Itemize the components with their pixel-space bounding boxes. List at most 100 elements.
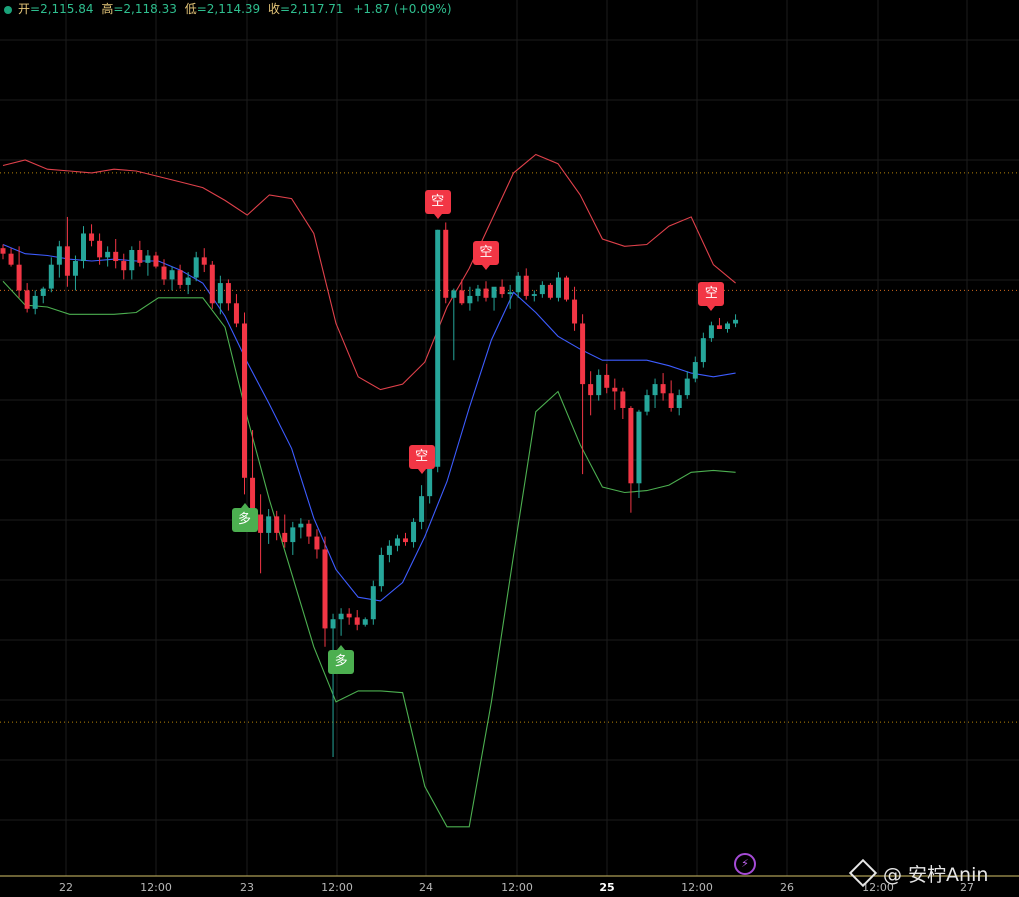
candle-body xyxy=(451,290,457,298)
low-label: 低 xyxy=(184,2,197,16)
candle-body xyxy=(539,284,545,295)
candle-body xyxy=(708,325,714,339)
candle-body xyxy=(386,545,392,555)
candle-body xyxy=(531,294,537,296)
candle-body xyxy=(185,277,191,285)
candle-body xyxy=(716,325,722,329)
candle-body xyxy=(443,229,449,298)
candle-body xyxy=(475,288,481,296)
candle-body xyxy=(290,527,296,543)
candle-body xyxy=(620,391,626,408)
x-tick-label: 12:00 xyxy=(321,881,353,894)
bollinger-upper-band xyxy=(2,153,736,391)
symbol-status-icon xyxy=(4,5,12,14)
candle-body xyxy=(169,270,175,280)
candle-body xyxy=(209,264,215,304)
candle-body xyxy=(137,250,143,263)
candle-body xyxy=(499,286,505,295)
candle-body xyxy=(644,395,650,412)
candle-body xyxy=(547,284,553,298)
lightning-icon[interactable]: ⚡ xyxy=(734,853,756,875)
open-value: =2,115.84 xyxy=(30,2,94,16)
long-signal-marker[interactable]: 多 xyxy=(328,644,355,674)
candle-body xyxy=(153,255,159,267)
candle-body xyxy=(32,295,38,309)
candle-body xyxy=(161,266,167,280)
candle-body xyxy=(24,290,30,309)
candle-body xyxy=(266,516,272,533)
candle-body xyxy=(330,619,336,629)
candle-body xyxy=(346,613,352,618)
candle-body xyxy=(89,233,95,241)
candle-body xyxy=(274,516,280,533)
candle-body xyxy=(435,229,441,467)
candle-body xyxy=(338,613,344,620)
candle-body xyxy=(48,264,54,289)
short-signal-marker[interactable]: 空 xyxy=(698,281,725,311)
change-value: +1.87 (+0.09%) xyxy=(353,2,452,16)
candle-body xyxy=(72,261,78,276)
x-tick-label: 23 xyxy=(240,881,254,894)
candle-body xyxy=(322,549,328,629)
candle-body xyxy=(692,362,698,379)
candlestick-chart[interactable] xyxy=(0,0,1019,897)
candle-body xyxy=(306,523,312,537)
x-tick-label: 26 xyxy=(780,881,794,894)
candle-body xyxy=(636,411,642,484)
x-tick-label: 12:00 xyxy=(140,881,172,894)
candle-body xyxy=(121,261,127,271)
candle-body xyxy=(193,257,199,278)
candle-body xyxy=(233,303,239,324)
candle-body xyxy=(628,407,634,484)
candle-body xyxy=(604,374,610,388)
candle-body xyxy=(660,384,666,394)
short-signal-marker[interactable]: 空 xyxy=(424,189,451,219)
short-signal-marker[interactable]: 空 xyxy=(473,241,499,271)
bollinger-middle-band xyxy=(2,243,736,602)
candle-body xyxy=(483,288,489,298)
candle-body xyxy=(177,270,183,285)
candle-body xyxy=(378,554,384,587)
candle-body xyxy=(362,619,368,625)
candle-body xyxy=(572,299,578,324)
candle-body xyxy=(700,338,706,363)
candle-body xyxy=(129,250,135,271)
long-signal-marker[interactable]: 多 xyxy=(231,503,258,533)
high-label: 高 xyxy=(101,2,114,16)
candle-body xyxy=(411,521,417,543)
open-label: 开 xyxy=(18,2,31,16)
candle-body xyxy=(298,523,304,528)
candle-body xyxy=(676,395,682,408)
candle-body xyxy=(314,536,320,550)
candle-body xyxy=(282,532,288,543)
candle-body xyxy=(555,277,561,298)
candle-body xyxy=(394,538,400,546)
candle-body xyxy=(145,255,151,263)
candle-body xyxy=(113,251,119,262)
short-signal-marker[interactable]: 空 xyxy=(408,445,435,475)
candle-body xyxy=(56,246,62,265)
candle-body xyxy=(427,466,433,497)
candle-body xyxy=(64,246,70,276)
candle-body xyxy=(16,264,22,291)
ohlc-readout: 开=2,115.84 高=2,118.33 低=2,114.39 收=2,117… xyxy=(4,0,452,17)
x-tick-label: 22 xyxy=(59,881,73,894)
high-value: =2,118.33 xyxy=(113,2,177,16)
x-tick-label: 12:00 xyxy=(501,881,533,894)
low-value: =2,114.39 xyxy=(196,2,261,16)
candle-body xyxy=(419,496,425,522)
candle-body xyxy=(588,384,594,396)
candle-body xyxy=(668,393,674,408)
candle-body xyxy=(0,248,6,254)
candle-body xyxy=(580,323,586,385)
candle-body xyxy=(8,253,14,265)
candle-body xyxy=(523,275,529,296)
candle-body xyxy=(217,283,223,304)
candle-body xyxy=(564,277,569,300)
candle-body xyxy=(652,384,658,396)
candle-body xyxy=(242,323,247,478)
candle-body xyxy=(733,319,739,324)
candle-body xyxy=(403,538,408,543)
candle-body xyxy=(515,275,521,293)
candle-body xyxy=(201,257,207,265)
